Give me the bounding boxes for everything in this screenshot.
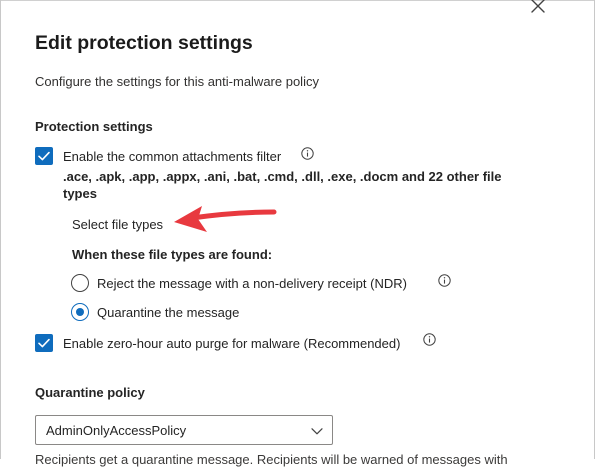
panel-left-border [0,0,1,459]
file-types-list-line2: types [63,186,97,201]
common-attachments-filter-checkbox[interactable] [35,147,53,165]
common-attachments-filter-label: Enable the common attachments filter [63,149,282,164]
reject-ndr-label: Reject the message with a non-delivery r… [97,276,407,291]
checkmark-icon [38,151,50,161]
chevron-down-icon [310,424,324,438]
protection-settings-heading: Protection settings [35,119,153,134]
close-button[interactable] [528,0,548,16]
info-icon[interactable] [301,147,314,160]
zap-checkbox[interactable] [35,334,53,352]
quarantine-policy-dropdown[interactable]: AdminOnlyAccessPolicy [35,415,333,445]
annotation-arrow-icon [174,206,277,232]
info-icon[interactable] [438,274,451,287]
radio-selected-dot [76,308,84,316]
panel-top-border [0,0,595,1]
info-icon[interactable] [423,333,436,346]
panel-title: Edit protection settings [35,32,253,54]
reject-ndr-radio[interactable] [71,274,89,292]
quarantine-message-radio[interactable] [71,303,89,321]
when-found-heading: When these file types are found: [72,247,273,262]
select-file-types-link[interactable]: Select file types [72,217,163,232]
close-icon [531,0,545,13]
quarantine-policy-value: AdminOnlyAccessPolicy [46,423,187,438]
panel-subtitle: Configure the settings for this anti-mal… [35,74,319,89]
quarantine-policy-heading: Quarantine policy [35,385,145,400]
file-types-list-line1: .ace, .apk, .app, .appx, .ani, .bat, .cm… [63,169,502,184]
quarantine-policy-description: Recipients get a quarantine message. Rec… [35,452,508,467]
checkmark-icon [38,338,50,348]
zap-label: Enable zero-hour auto purge for malware … [63,336,401,351]
quarantine-message-label: Quarantine the message [97,305,240,320]
